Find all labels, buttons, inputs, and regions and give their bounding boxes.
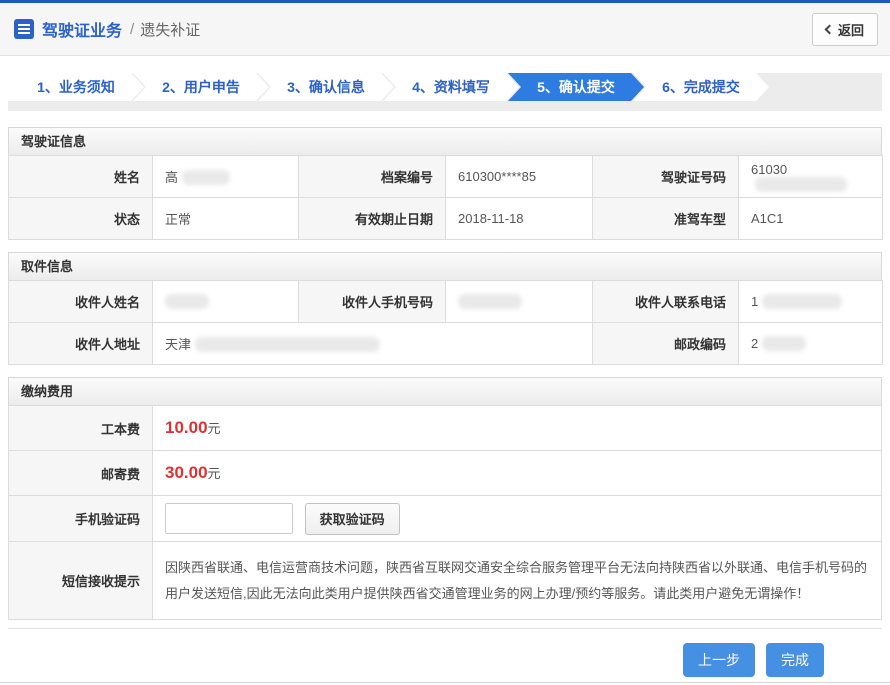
license-number-value: 61030: [739, 156, 883, 198]
postage-fee-unit: 元: [208, 466, 221, 481]
step-5-confirm-submit-active[interactable]: 5、确认提交: [508, 73, 644, 101]
postage-fee-label: 邮寄费: [9, 451, 153, 496]
valid-until-label: 有效期止日期: [299, 198, 446, 240]
sms-code-cell: 获取验证码: [153, 496, 882, 542]
back-button[interactable]: 返回: [812, 13, 878, 46]
sms-notice-text: 因陕西省联通、电信运营商技术问题，陕西省互联网交通安全综合服务管理平台无法向持陕…: [153, 542, 882, 620]
previous-step-button[interactable]: 上一步: [683, 643, 755, 677]
pickup-info-title: 取件信息: [8, 252, 882, 280]
license-info-title: 驾驶证信息: [8, 127, 882, 155]
finish-button[interactable]: 完成: [766, 643, 824, 677]
step-wizard: 1、业务须知 2、用户申告 3、确认信息 4、资料填写 5、确认提交 6、完成提…: [8, 73, 882, 111]
status-value: 正常: [153, 198, 299, 240]
step-6-complete-submit[interactable]: 6、完成提交: [633, 73, 769, 101]
postal-code-value: 2: [739, 323, 883, 365]
recipient-phone-value: 1: [739, 281, 883, 323]
pickup-info-section: 取件信息 收件人姓名 收件人手机号码 收件人联系电话 1 收件人地址 天津 邮政…: [8, 252, 882, 365]
redacted-value: [165, 294, 209, 309]
vehicle-class-value: A1C1: [739, 198, 883, 240]
postage-fee-amount: 30.00: [165, 463, 208, 482]
redacted-value: [762, 336, 806, 351]
sms-code-input[interactable]: [165, 503, 293, 534]
recipient-mobile-value: [446, 281, 593, 323]
recipient-address-value: 天津: [153, 323, 593, 365]
recipient-name-value: [153, 281, 299, 323]
page-title: 驾驶证业务: [42, 17, 122, 41]
status-label: 状态: [9, 198, 153, 240]
license-info-section: 驾驶证信息 姓名 高 档案编号 610300****85 驾驶证号码 61030…: [8, 127, 882, 240]
bottom-divider: [0, 682, 890, 683]
table-row: 姓名 高 档案编号 610300****85 驾驶证号码 61030: [9, 156, 883, 198]
table-row: 工本费 10.00元: [9, 406, 882, 451]
table-row: 收件人地址 天津 邮政编码 2: [9, 323, 883, 365]
pickup-info-table: 收件人姓名 收件人手机号码 收件人联系电话 1 收件人地址 天津 邮政编码 2: [8, 280, 883, 365]
breadcrumb: 驾驶证业务 / 遗失补证: [14, 17, 200, 41]
postal-code-label: 邮政编码: [593, 323, 739, 365]
table-row: 短信接收提示 因陕西省联通、电信运营商技术问题，陕西省互联网交通安全综合服务管理…: [9, 542, 882, 620]
redacted-value: [458, 294, 522, 309]
valid-until-value: 2018-11-18: [446, 198, 593, 240]
footer-actions: 上一步 完成: [8, 628, 882, 677]
production-fee-amount: 10.00: [165, 418, 208, 437]
get-code-button[interactable]: 获取验证码: [305, 503, 400, 535]
sms-code-label: 手机验证码: [9, 496, 153, 542]
license-info-table: 姓名 高 档案编号 610300****85 驾驶证号码 61030 状态 正常…: [8, 155, 883, 240]
recipient-mobile-label: 收件人手机号码: [299, 281, 446, 323]
file-number-label: 档案编号: [299, 156, 446, 198]
license-number-label: 驾驶证号码: [593, 156, 739, 198]
recipient-name-label: 收件人姓名: [9, 281, 153, 323]
step-1-business-notice[interactable]: 1、业务须知: [8, 73, 144, 101]
header: 驾驶证业务 / 遗失补证 返回: [0, 3, 890, 56]
redacted-value: [182, 170, 230, 185]
step-3-confirm-info[interactable]: 3、确认信息: [258, 73, 394, 101]
redacted-value: [755, 177, 847, 192]
fees-section: 缴纳费用 工本费 10.00元 邮寄费 30.00元 手机验证码 获取验证码 短…: [8, 377, 882, 620]
step-4-fill-materials[interactable]: 4、资料填写: [383, 73, 519, 101]
production-fee-value: 10.00元: [153, 406, 882, 451]
name-label: 姓名: [9, 156, 153, 198]
step-2-user-declaration[interactable]: 2、用户申告: [133, 73, 269, 101]
postage-fee-value: 30.00元: [153, 451, 882, 496]
production-fee-label: 工本费: [9, 406, 153, 451]
fees-table: 工本费 10.00元 邮寄费 30.00元 手机验证码 获取验证码 短信接收提示…: [8, 405, 882, 620]
main-content: 驾驶证信息 姓名 高 档案编号 610300****85 驾驶证号码 61030…: [0, 127, 890, 677]
page-subtitle: 遗失补证: [140, 19, 200, 40]
table-row: 手机验证码 获取验证码: [9, 496, 882, 542]
table-row: 状态 正常 有效期止日期 2018-11-18 准驾车型 A1C1: [9, 198, 883, 240]
back-button-label: 返回: [838, 20, 864, 39]
recipient-phone-label: 收件人联系电话: [593, 281, 739, 323]
redacted-value: [762, 294, 842, 309]
list-icon: [14, 19, 34, 39]
table-row: 收件人姓名 收件人手机号码 收件人联系电话 1: [9, 281, 883, 323]
name-value: 高: [153, 156, 299, 198]
vehicle-class-label: 准驾车型: [593, 198, 739, 240]
fees-title: 缴纳费用: [8, 377, 882, 405]
breadcrumb-separator: /: [130, 21, 134, 38]
sms-notice-label: 短信接收提示: [9, 542, 153, 620]
redacted-value: [195, 337, 380, 352]
production-fee-unit: 元: [208, 421, 221, 436]
file-number-value: 610300****85: [446, 156, 593, 198]
recipient-address-label: 收件人地址: [9, 323, 153, 365]
chevron-left-icon: [825, 24, 835, 34]
table-row: 邮寄费 30.00元: [9, 451, 882, 496]
